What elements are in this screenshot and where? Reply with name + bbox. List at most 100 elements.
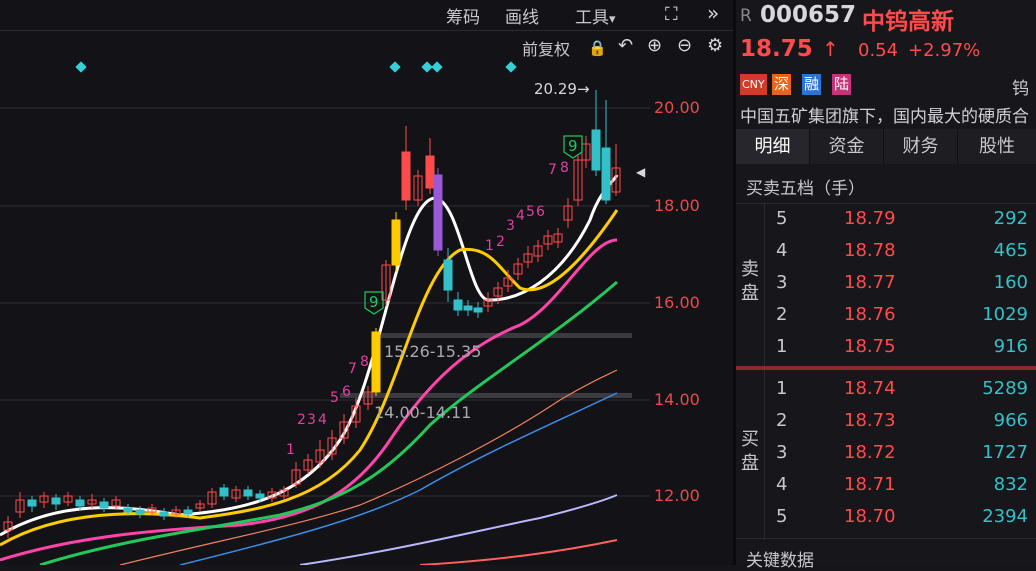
header-tail-text: 钨 (1012, 79, 1029, 99)
candle-body (601, 147, 611, 201)
divider (736, 538, 1036, 539)
ask-volume: 1029 (982, 304, 1028, 325)
ask-row[interactable]: 5 18.79 292 (764, 204, 1036, 236)
ask-volume: 292 (993, 208, 1028, 229)
ask-row[interactable]: 2 18.76 1029 (764, 300, 1036, 332)
ask-row[interactable]: 3 18.77 160 (764, 268, 1036, 300)
key-data-title[interactable]: 关键数据 (746, 546, 814, 571)
td-count-label: 6 (536, 204, 545, 220)
y-tick: 12.00 (654, 486, 700, 505)
bid-row[interactable]: 3 18.72 1727 (764, 438, 1036, 470)
candle-body (27, 499, 37, 507)
candle-body (243, 489, 253, 497)
candle-body (443, 259, 453, 291)
nine-badge-label: 9 (568, 137, 578, 155)
tab-funds[interactable]: 资金 (810, 129, 884, 164)
candle-body (463, 305, 473, 311)
candle-body (51, 497, 61, 505)
candle-body (219, 487, 229, 497)
td-count-label: 4 (318, 412, 327, 428)
chips-button[interactable]: 筹码 (446, 3, 480, 28)
candle-body (371, 331, 381, 393)
bid-volume: 832 (993, 474, 1028, 495)
candle-body (255, 493, 265, 499)
bid-price: 18.74 (844, 378, 896, 399)
tab-finance[interactable]: 财务 (884, 129, 958, 164)
bid-price: 18.73 (844, 410, 896, 431)
candle-body (425, 155, 435, 189)
bid-row[interactable]: 4 18.71 832 (764, 470, 1036, 502)
expand-icon[interactable]: ⛶ (665, 5, 678, 25)
td-count-label: 2 (297, 412, 306, 428)
tab-detail[interactable]: 明细 (736, 129, 810, 164)
chart-toolbar: 筹码 画线 工具▾ ⛶ » (0, 0, 733, 31)
candle-body (123, 507, 133, 513)
td-count-label: 5 (330, 390, 339, 406)
kline-chart-panel[interactable]: 筹码 画线 工具▾ ⛶ » 前复权 🔒 ↶ ⊕ ⊖ ⚙ 20.29→ 15.26-… (0, 0, 733, 565)
ask-row[interactable]: 1 18.75 916 (764, 332, 1036, 364)
candle-body (401, 151, 411, 201)
undo-icon[interactable]: ↶ (618, 36, 633, 56)
ma5-line (0, 174, 619, 537)
nine-badge-label: 9 (369, 293, 379, 311)
buy-side-label: 买盘 (741, 429, 759, 474)
bid-level: 2 (776, 410, 788, 431)
tools-menu-button[interactable]: 工具▾ (575, 3, 616, 28)
y-tick: 18.00 (654, 196, 700, 215)
bid-row[interactable]: 1 18.74 5289 (764, 374, 1036, 406)
last-price: 18.75 (740, 36, 813, 62)
bid-volume: 5289 (982, 378, 1028, 399)
candle-body (99, 501, 109, 509)
candle-body (391, 219, 401, 266)
draw-line-button[interactable]: 画线 (505, 3, 539, 28)
settings-icon[interactable]: ⚙ (707, 36, 723, 56)
zone-bar (340, 393, 632, 398)
more-icon[interactable]: » (707, 3, 719, 23)
r-mark: R (740, 6, 752, 26)
signal-diamond (75, 61, 87, 73)
price-axis: 20.00 18.00 16.00 14.00 12.00 (650, 60, 733, 565)
ask-price: 18.77 (844, 272, 896, 293)
bid-row[interactable]: 5 18.70 2394 (764, 502, 1036, 534)
adjust-mode-button[interactable]: 前复权 (522, 36, 570, 60)
company-description[interactable]: 中国五矿集团旗下，国内最大的硬质合 (740, 102, 1036, 127)
tag-shenzhen: 深 (772, 74, 792, 95)
zoom-out-icon[interactable]: ⊖ (677, 36, 692, 56)
td-count-label: 4 (516, 208, 525, 224)
bid-level: 3 (776, 442, 788, 463)
quote-panel: R 000657 中钨高新 18.75 ↑ 0.54 +2.97% CNY 深 … (736, 0, 1036, 571)
ask-price: 18.79 (844, 208, 896, 229)
price-change-pct: +2.97% (908, 40, 981, 61)
kline-plot[interactable]: 20.29→15.26-15.3514.00-14.1112 3 45 67 81 234… (0, 60, 650, 565)
td-count-label: 7 (548, 162, 557, 178)
td-count-label: 1 (286, 442, 295, 458)
candle-body (591, 129, 601, 171)
tab-stock-character[interactable]: 股性 (958, 129, 1036, 164)
zoom-in-icon[interactable]: ⊕ (647, 36, 662, 56)
y-tick: 14.00 (654, 390, 700, 409)
stock-name: 中钨高新 (862, 9, 954, 35)
ask-level: 2 (776, 304, 788, 325)
high-price-label: 20.29→ (534, 80, 590, 98)
candle-body (75, 499, 85, 507)
signal-diamond (431, 61, 443, 73)
price-change: 0.54 (858, 40, 899, 61)
signal-diamond (389, 61, 401, 73)
ask-volume: 465 (993, 240, 1028, 261)
price-row: 18.75 ↑ 0.54 +2.97% (736, 35, 1036, 67)
ask-row[interactable]: 4 18.78 465 (764, 236, 1036, 268)
ask-level: 3 (776, 272, 788, 293)
td-count-label: 8 (560, 160, 569, 176)
td-count-label: 5 (526, 204, 535, 220)
ask-level: 1 (776, 336, 788, 357)
candle-body (135, 509, 145, 515)
current-price-marker: ◀ (636, 165, 646, 179)
lock-icon[interactable]: 🔒 (588, 38, 607, 58)
tools-label: 工具 (575, 8, 609, 28)
bid-price: 18.72 (844, 442, 896, 463)
tag-margin: 融 (802, 74, 822, 95)
td-count-label: 6 (342, 384, 351, 400)
bid-row[interactable]: 2 18.73 966 (764, 406, 1036, 438)
signal-diamond (505, 61, 517, 73)
zone-label: 15.26-15.35 (384, 342, 481, 361)
